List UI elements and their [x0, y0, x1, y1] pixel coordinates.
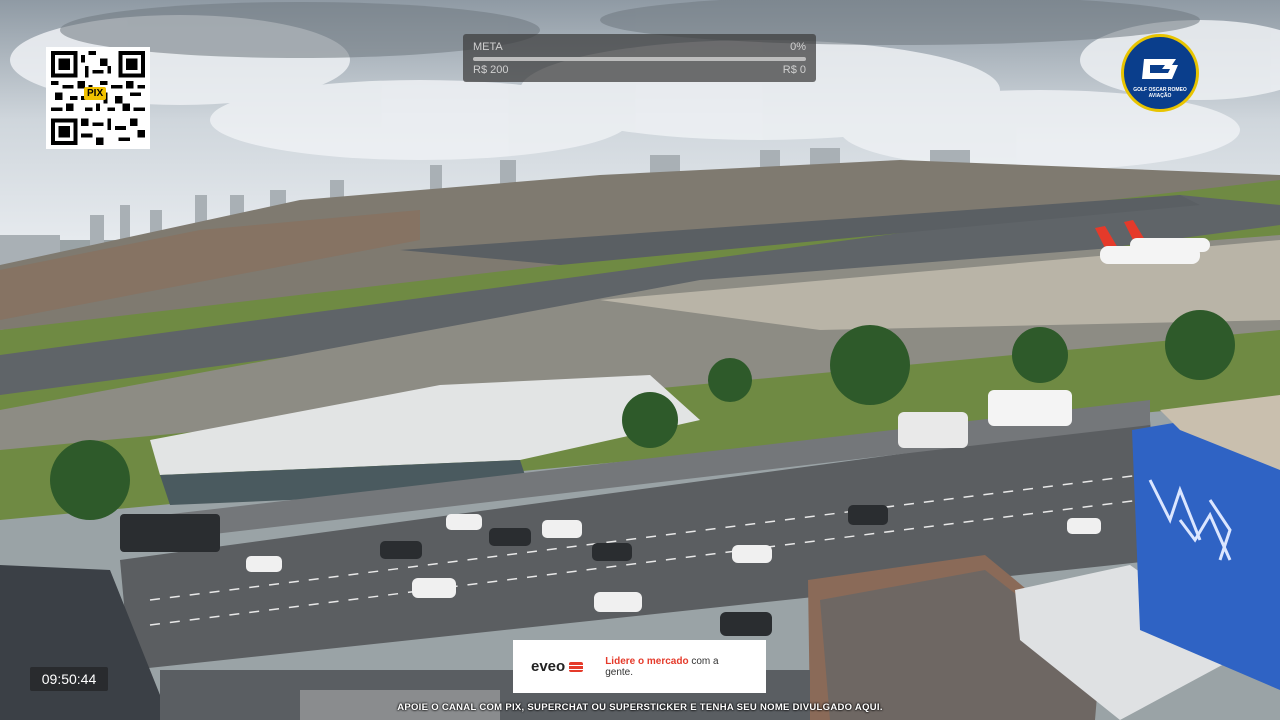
goal-progress-bar — [473, 57, 806, 61]
sponsor-message: Lidere o mercado com a gente. — [605, 656, 748, 678]
logo-text: GOLF OSCAR ROMEO AVIAÇÃO — [1133, 87, 1187, 99]
support-ticker: APOIE O CANAL COM PIX, SUPERCHAT OU SUPE… — [397, 702, 883, 713]
pix-qr-code[interactable]: PIX — [46, 47, 150, 149]
sponsor-banner[interactable]: eveo Lidere o mercado com a gente. — [513, 640, 766, 693]
goal-title: META — [473, 41, 503, 53]
eveo-logo-icon — [569, 661, 584, 672]
golf-oscar-romeo-logo-icon — [1142, 59, 1178, 79]
sponsor-brand-name: eveo — [531, 658, 566, 675]
donation-goal-panel: META 0% R$ 200 R$ 0 — [463, 34, 816, 82]
sponsor-brand: eveo — [531, 658, 584, 675]
current-amount: R$ 0 — [782, 64, 806, 76]
golf-oscar-romeo-logo: GOLF OSCAR ROMEO AVIAÇÃO — [1121, 34, 1199, 112]
pix-label: PIX — [84, 87, 107, 100]
sponsor-message-prefix: Lidere o mercado — [605, 655, 689, 667]
stream-clock: 09:50:44 — [30, 667, 108, 691]
airport-camera-view — [0, 0, 1280, 720]
goal-percent: 0% — [790, 41, 806, 53]
goal-amount: R$ 200 — [473, 64, 509, 76]
